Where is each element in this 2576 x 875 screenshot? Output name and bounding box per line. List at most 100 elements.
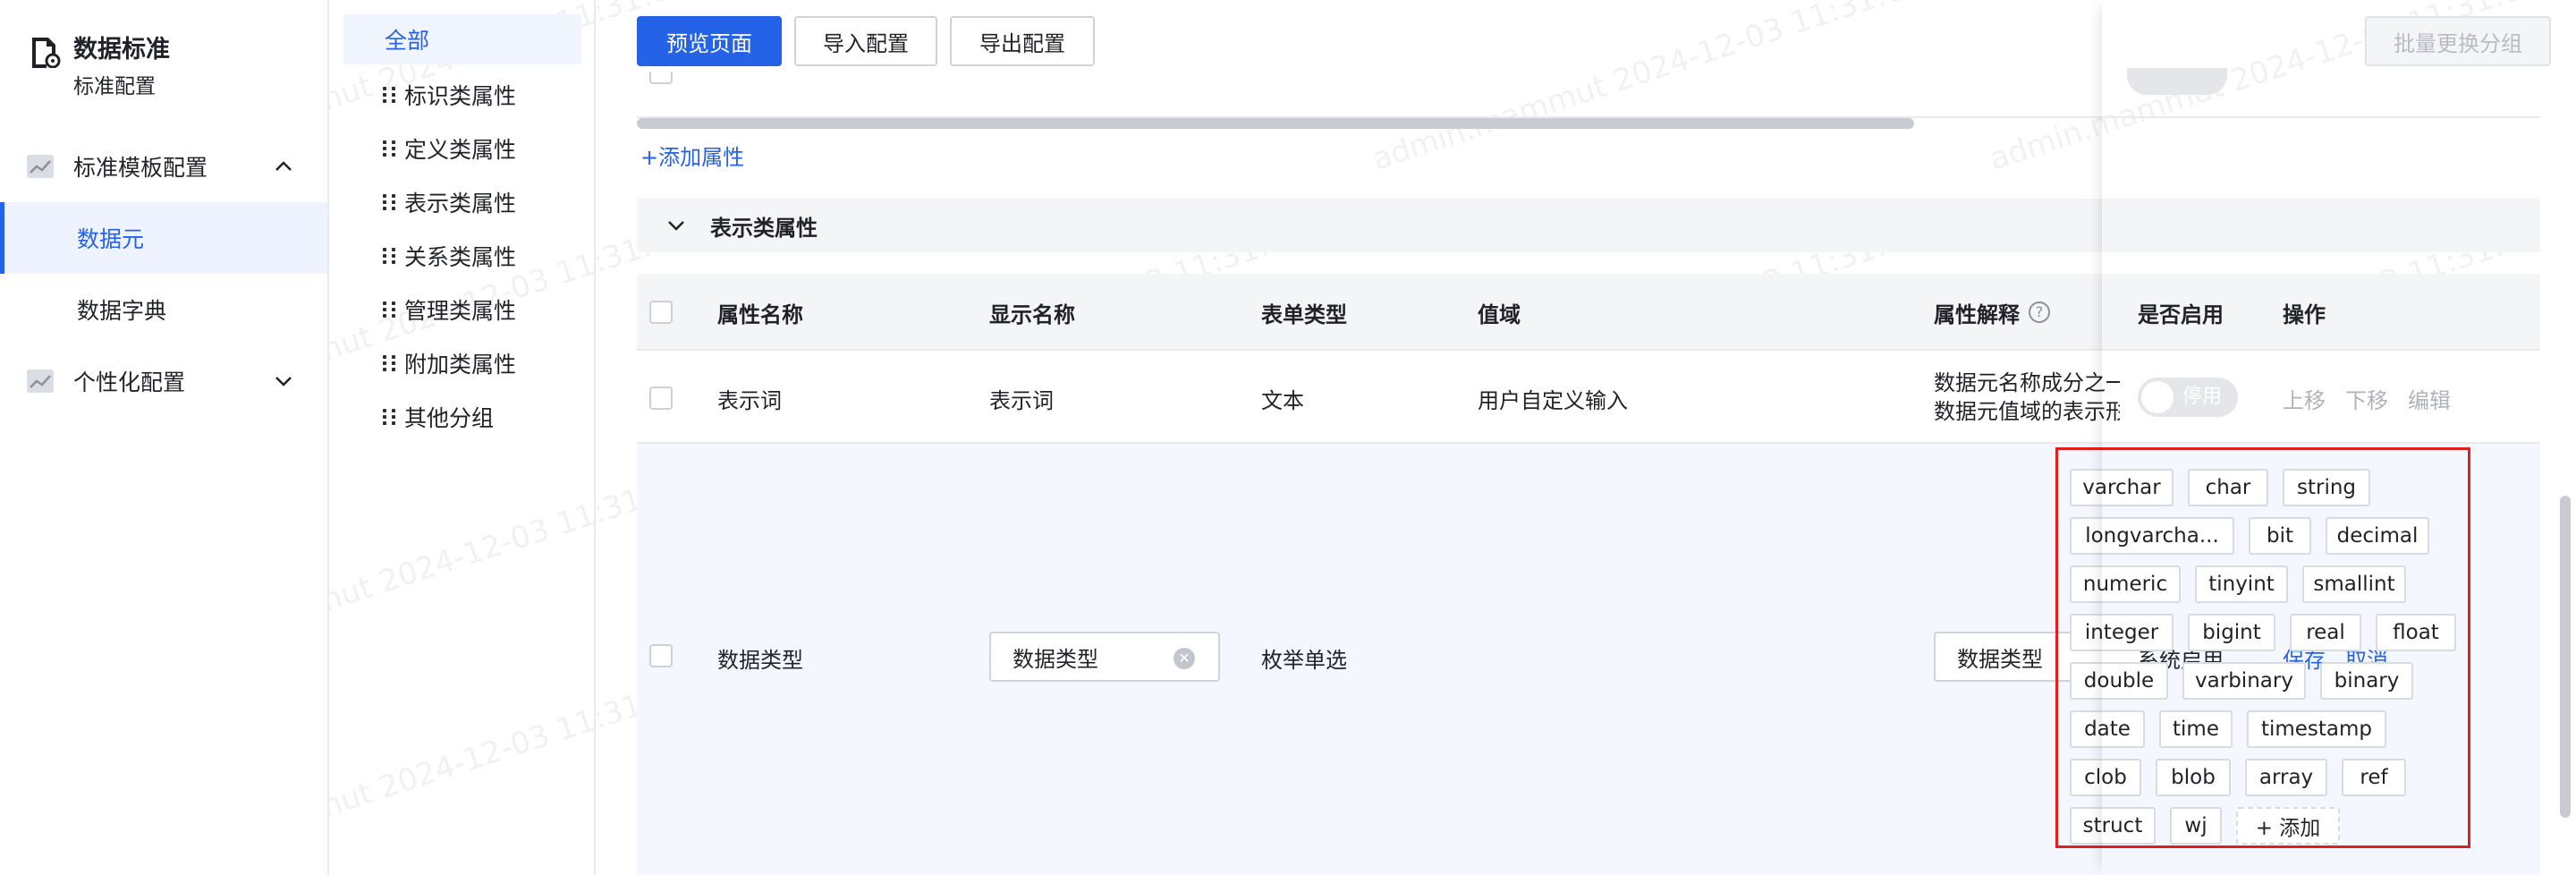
chevron-down-icon (665, 215, 687, 236)
sidebar-item-data-element[interactable]: 数据元 (0, 202, 327, 274)
help-icon[interactable]: ? (2029, 302, 2050, 323)
enable-toggle[interactable]: 停用 (2138, 378, 2238, 417)
value-tag[interactable]: real (2290, 614, 2361, 651)
value-tag[interactable]: struct (2070, 807, 2156, 845)
value-tag[interactable]: wj (2170, 807, 2222, 845)
column-header-display-name: 显示名称 (989, 302, 1075, 327)
chevron-down-icon (270, 368, 297, 395)
group-nav-all[interactable]: 全部 (343, 14, 581, 64)
group-nav-additional[interactable]: 附加类属性 (343, 338, 581, 388)
group-nav-label: 定义类属性 (404, 137, 517, 163)
group-nav-identification[interactable]: 标识类属性 (343, 70, 581, 120)
add-attribute-link[interactable]: +添加属性 (640, 140, 744, 171)
group-nav-representation[interactable]: 表示类属性 (343, 177, 581, 227)
group-nav-label: 标识类属性 (404, 83, 517, 109)
drag-handle-icon[interactable] (383, 244, 397, 268)
chart-icon (27, 155, 54, 178)
value-tag[interactable]: bigint (2188, 614, 2275, 651)
horizontal-scrollbar[interactable] (637, 118, 1914, 129)
group-nav-definition[interactable]: 定义类属性 (343, 123, 581, 174)
group-nav-label: 关系类属性 (404, 244, 517, 270)
value-tag[interactable]: varbinary (2182, 662, 2306, 700)
brand-title: 数据标准 (73, 36, 170, 64)
drag-handle-icon[interactable] (383, 405, 397, 429)
display-name-input[interactable]: 数据类型 ✕ (989, 632, 1220, 682)
desc-line: 数据元值域的表示形 (1934, 399, 2120, 424)
group-nav-label: 管理类属性 (404, 298, 517, 324)
toggle-switch[interactable] (2127, 68, 2227, 95)
table-header: 属性名称 显示名称 表单类型 值域 属性解释 ? 是否启用 操作 (637, 274, 2540, 351)
value-tag[interactable]: clob (2070, 759, 2141, 796)
group-nav-label: 表示类属性 (404, 191, 517, 217)
drag-handle-icon[interactable] (383, 352, 397, 375)
group-nav-relation[interactable]: 关系类属性 (343, 231, 581, 281)
drag-handle-icon[interactable] (383, 137, 397, 160)
move-up-link[interactable]: 上移 (2283, 383, 2326, 414)
add-tag-button[interactable]: + 添加 (2236, 807, 2340, 845)
value-tag[interactable]: char (2188, 469, 2268, 506)
value-tag[interactable]: ref (2342, 759, 2406, 796)
previous-table-row (637, 55, 2540, 118)
value-tag[interactable]: blob (2156, 759, 2231, 796)
section-header[interactable]: 表示类属性 (637, 199, 2540, 252)
clear-icon[interactable]: ✕ (1174, 648, 1195, 669)
group-nav-other[interactable]: 其他分组 (343, 392, 581, 442)
cell-attr-name: 表示词 (717, 388, 782, 413)
row-checkbox[interactable] (649, 644, 673, 667)
input-value: 数据类型 (1957, 646, 2043, 672)
value-tag[interactable]: string (2283, 469, 2370, 506)
value-tag[interactable]: tinyint (2195, 565, 2288, 603)
data-standard-icon (32, 38, 61, 68)
sidebar-item-label: 数据元 (77, 226, 145, 252)
edit-link[interactable]: 编辑 (2408, 383, 2451, 414)
value-tag[interactable]: decimal (2326, 517, 2429, 555)
value-tag[interactable]: integer (2070, 614, 2174, 651)
sidebar-group-personal-config[interactable]: 个性化配置 (0, 345, 327, 417)
value-tag[interactable]: array (2245, 759, 2327, 796)
cell-attr-desc: 数据元名称成分之一 数据元值域的表示形 (1934, 369, 2120, 426)
section-title: 表示类属性 (710, 215, 818, 241)
table-row: 表示词 表示词 文本 用户自定义输入 数据元名称成分之一 数据元值域的表示形 停… (637, 351, 2540, 444)
main-content: 预览页面 导入配置 导出配置 批量更换分组 +添加属性 表示类属性 属性名称 显… (596, 0, 2576, 875)
row-checkbox[interactable] (649, 387, 673, 410)
group-nav-management[interactable]: 管理类属性 (343, 285, 581, 335)
desc-line: 数据元名称成分之一 (1934, 370, 2120, 395)
drag-handle-icon[interactable] (383, 83, 397, 106)
value-tag[interactable]: date (2070, 710, 2145, 748)
value-tag[interactable]: varchar (2070, 469, 2174, 506)
value-tag[interactable]: smallint (2302, 565, 2406, 603)
column-header-enabled: 是否启用 (2138, 302, 2224, 327)
value-tag[interactable]: numeric (2070, 565, 2181, 603)
vertical-scrollbar[interactable] (2560, 496, 2571, 818)
value-tag[interactable]: float (2376, 614, 2456, 651)
value-tag[interactable]: bit (2249, 517, 2311, 555)
row-checkbox[interactable] (649, 72, 673, 84)
cell-value-domain: 用户自定义输入 (1478, 388, 1628, 413)
column-header-actions: 操作 (2283, 302, 2326, 327)
sidebar-group-template-config[interactable]: 标准模板配置 (0, 131, 327, 202)
sidebar: 数据标准 标准配置 标准模板配置 数据元 数据字典 个性化配置 (0, 0, 329, 875)
column-header-value-domain: 值域 (1478, 302, 1521, 327)
attribute-group-nav: 全部 标识类属性 定义类属性 表示类属性 关系类属性 管理类属性 附加类属性 其… (329, 0, 596, 875)
sidebar-item-label: 数据字典 (77, 298, 167, 324)
cell-attr-name: 数据类型 (717, 648, 803, 673)
column-header-form-type: 表单类型 (1261, 302, 1347, 327)
column-header-label: 属性解释 (1934, 302, 2020, 327)
brand: 数据标准 标准配置 (29, 34, 170, 102)
drag-handle-icon[interactable] (383, 298, 397, 321)
sidebar-group-label: 个性化配置 (73, 370, 186, 395)
cell-form-type: 文本 (1261, 388, 1304, 413)
value-tag[interactable]: double (2070, 662, 2168, 700)
drag-handle-icon[interactable] (383, 191, 397, 214)
sidebar-item-data-dictionary[interactable]: 数据字典 (0, 274, 327, 345)
select-all-checkbox[interactable] (649, 301, 673, 324)
move-down-link[interactable]: 下移 (2345, 383, 2388, 414)
chevron-up-icon (270, 153, 297, 180)
value-tag[interactable]: binary (2320, 662, 2413, 700)
value-tag[interactable]: time (2159, 710, 2233, 748)
value-tag[interactable]: longvarcha... (2070, 517, 2234, 555)
group-nav-label: 其他分组 (404, 405, 495, 431)
value-tag[interactable]: timestamp (2247, 710, 2386, 748)
column-header-attr-desc: 属性解释 ? (1934, 274, 2050, 351)
cell-display-name: 表示词 (989, 388, 1054, 413)
